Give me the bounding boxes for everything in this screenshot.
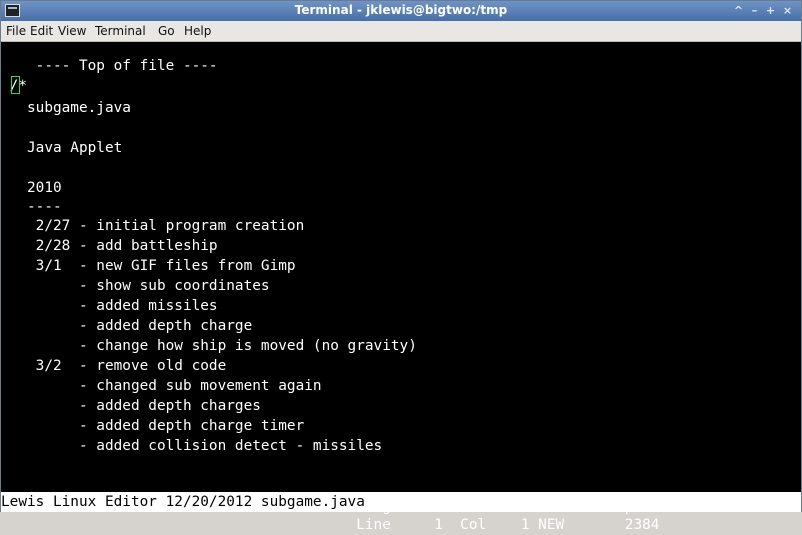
menu-go[interactable]: Go: [158, 24, 175, 38]
terminal-line: Java Applet: [1, 140, 123, 156]
terminal-line: 2010: [1, 180, 62, 196]
title-bar[interactable]: Terminal - jklewis@bigtwo:/tmp ^ – + ×: [1, 1, 801, 21]
terminal-line: ---- Top of file ----: [1, 58, 218, 74]
terminal-line: - added depth charge timer: [1, 418, 305, 434]
terminal-screen[interactable]: ---- Top of file ---- /* subgame.java Ja…: [1, 42, 801, 533]
terminal-line: - added collision detect - missiles: [1, 438, 383, 454]
terminal-line: - added depth charge: [1, 318, 253, 334]
menu-bar: File Edit View Terminal Go Help: [1, 21, 801, 42]
terminal-window: Terminal - jklewis@bigtwo:/tmp ^ – + × F…: [0, 0, 802, 533]
terminal-line: - change how ship is moved (no gravity): [1, 338, 417, 354]
menu-view[interactable]: View: [58, 24, 86, 38]
terminal-line: subgame.java: [1, 100, 131, 116]
terminal-line: 2/28 - add battleship: [1, 238, 218, 254]
terminal-line: 2/27 - initial program creation: [1, 218, 305, 234]
maximize-icon[interactable]: +: [763, 4, 778, 18]
cursor-position-status: Line 1 Col 1 NEW 2384: [1, 517, 660, 533]
shade-icon[interactable]: ^: [731, 4, 746, 18]
menu-file[interactable]: File: [6, 24, 26, 38]
menu-help[interactable]: Help: [184, 24, 211, 38]
terminal-line: 3/1 - new GIF files from Gimp: [1, 258, 296, 274]
editor-footer: Lewis Linux Editor 12/20/2012 subgame.ja…: [1, 492, 801, 512]
terminal-line: - added missiles: [1, 298, 218, 314]
close-icon[interactable]: ×: [780, 4, 795, 18]
menu-terminal[interactable]: Terminal: [95, 24, 146, 38]
terminal-line: ----: [1, 199, 62, 215]
terminal-line: - changed sub movement again: [1, 378, 322, 394]
menu-edit[interactable]: Edit: [30, 24, 53, 38]
window-title: Terminal - jklewis@bigtwo:/tmp: [294, 3, 508, 17]
terminal-line: - added depth charges: [1, 398, 261, 414]
terminal-line: 3/2 - remove old code: [1, 358, 227, 374]
text-cursor: [11, 76, 20, 94]
terminal-line: - show sub coordinates: [1, 278, 270, 294]
minimize-icon[interactable]: –: [747, 4, 762, 18]
